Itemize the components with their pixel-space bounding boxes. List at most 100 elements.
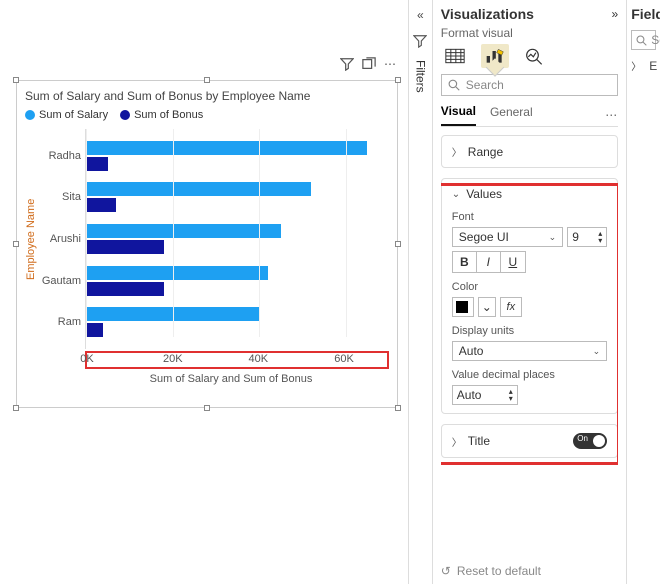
- y-tick: Ram: [41, 316, 81, 328]
- font-label: Font: [452, 211, 607, 223]
- expand-chevron-icon[interactable]: »: [612, 7, 619, 21]
- fields-search-placeholder: Se: [651, 33, 660, 47]
- card-range-label: Range: [468, 145, 503, 159]
- chevron-down-icon: ⌄: [482, 300, 492, 314]
- bars-area: [85, 129, 389, 349]
- chart-title: Sum of Salary and Sum of Bonus by Employ…: [25, 89, 389, 103]
- resize-handle[interactable]: [204, 77, 210, 83]
- bar-bonus[interactable]: [86, 323, 103, 337]
- legend-swatch: [25, 110, 35, 120]
- resize-handle[interactable]: [13, 77, 19, 83]
- bar-salary[interactable]: [86, 182, 311, 196]
- bar-chart-visual[interactable]: ⋯ Sum of Salary and Sum of Bonus by Empl…: [16, 80, 398, 408]
- fields-pane: Fields Se 〉 E: [626, 0, 660, 584]
- bar-bonus[interactable]: [86, 198, 116, 212]
- fields-search-input[interactable]: Se: [631, 30, 656, 50]
- build-visual-button[interactable]: [441, 44, 469, 68]
- visualizations-pane: Visualizations » Format visual Search Vi…: [432, 0, 626, 584]
- bar-salary[interactable]: [86, 307, 259, 321]
- report-canvas[interactable]: ⋯ Sum of Salary and Sum of Bonus by Empl…: [0, 0, 408, 584]
- x-tick: 0K: [80, 353, 93, 365]
- card-title-label: Title: [468, 434, 490, 448]
- format-search-input[interactable]: Search: [441, 74, 618, 96]
- legend-item[interactable]: Sum of Bonus: [120, 109, 203, 121]
- filter-icon[interactable]: [340, 57, 354, 71]
- chevron-right-icon: 〉: [631, 58, 641, 73]
- color-chip: [456, 301, 468, 313]
- format-visual-button[interactable]: [481, 44, 509, 68]
- chevron-right-icon: 〉: [452, 434, 462, 449]
- fields-pane-title: Fields: [631, 6, 656, 22]
- y-tick: Gautam: [41, 275, 81, 287]
- bar-group[interactable]: [86, 266, 389, 296]
- display-units-dropdown[interactable]: Auto ⌄: [452, 341, 607, 361]
- title-toggle[interactable]: On: [573, 433, 607, 449]
- analytics-button[interactable]: [521, 44, 549, 68]
- card-title-header[interactable]: 〉 Title: [452, 434, 490, 449]
- more-options-icon[interactable]: ⋯: [384, 57, 397, 71]
- card-range-header[interactable]: 〉 Range: [452, 144, 607, 159]
- color-picker[interactable]: [452, 297, 474, 317]
- bold-button[interactable]: B: [453, 252, 477, 272]
- tab-general[interactable]: General: [490, 105, 533, 125]
- search-placeholder: Search: [466, 78, 504, 92]
- display-units-label: Display units: [452, 325, 607, 337]
- fields-table-label: E: [649, 59, 657, 73]
- chevron-down-icon: ⌄: [593, 346, 601, 357]
- x-tick: 60K: [334, 353, 354, 365]
- bar-salary[interactable]: [86, 266, 268, 280]
- font-style-group: B I U: [452, 251, 526, 273]
- card-values: ⌄ Values Font Segoe UI ⌄ 9 ▴▾ B: [441, 178, 618, 414]
- color-dropdown[interactable]: ⌄: [478, 297, 496, 317]
- bar-group[interactable]: [86, 182, 389, 212]
- format-mode-switch: [441, 44, 618, 68]
- y-tick: Arushi: [41, 233, 81, 245]
- resize-handle[interactable]: [13, 405, 19, 411]
- reset-icon: ↺: [441, 564, 451, 578]
- card-range: 〉 Range: [441, 135, 618, 168]
- x-axis-highlight: 0K 20K 40K 60K: [85, 351, 389, 369]
- resize-handle[interactable]: [204, 405, 210, 411]
- tab-more-icon[interactable]: ⋯: [605, 108, 618, 122]
- fields-table-row[interactable]: 〉 E: [631, 58, 656, 73]
- stepper-arrows-icon: ▴▾: [509, 388, 513, 402]
- italic-button[interactable]: I: [477, 252, 501, 272]
- font-family-dropdown[interactable]: Segoe UI ⌄: [452, 227, 563, 247]
- y-tick: Radha: [41, 150, 81, 162]
- collapse-chevron-icon[interactable]: «: [417, 8, 424, 22]
- funnel-icon[interactable]: [413, 34, 427, 48]
- resize-handle[interactable]: [395, 241, 401, 247]
- pane-title: Visualizations: [441, 6, 534, 22]
- bar-salary[interactable]: [86, 141, 367, 155]
- reset-label: Reset to default: [457, 564, 541, 578]
- bar-salary[interactable]: [86, 224, 281, 238]
- bar-bonus[interactable]: [86, 282, 164, 296]
- bar-bonus[interactable]: [86, 240, 164, 254]
- pane-subtitle: Format visual: [441, 26, 618, 40]
- fx-button[interactable]: fx: [500, 297, 522, 317]
- decimal-places-value: Auto: [457, 388, 482, 402]
- resize-handle[interactable]: [395, 405, 401, 411]
- toggle-on-label: On: [577, 434, 588, 443]
- bar-group[interactable]: [86, 307, 389, 337]
- bar-bonus[interactable]: [86, 157, 108, 171]
- bar-group[interactable]: [86, 224, 389, 254]
- underline-button[interactable]: U: [501, 252, 525, 272]
- resize-handle[interactable]: [395, 77, 401, 83]
- legend-item[interactable]: Sum of Salary: [25, 109, 108, 121]
- filters-rail[interactable]: « Filters: [408, 0, 432, 584]
- color-label: Color: [452, 281, 607, 293]
- card-values-header[interactable]: ⌄ Values: [452, 187, 607, 201]
- resize-handle[interactable]: [13, 241, 19, 247]
- decimal-places-stepper[interactable]: Auto ▴▾: [452, 385, 518, 405]
- search-icon: [636, 35, 647, 46]
- tab-visual[interactable]: Visual: [441, 104, 476, 126]
- display-units-value: Auto: [459, 344, 484, 358]
- focus-mode-icon[interactable]: [362, 57, 376, 71]
- y-axis-title: Employee Name: [25, 129, 37, 349]
- bar-group[interactable]: [86, 141, 389, 171]
- card-values-label: Values: [466, 187, 502, 201]
- y-axis-labels: Radha Sita Arushi Gautam Ram: [41, 129, 85, 349]
- font-size-stepper[interactable]: 9 ▴▾: [567, 227, 607, 247]
- reset-to-default-button[interactable]: ↺ Reset to default: [441, 564, 618, 578]
